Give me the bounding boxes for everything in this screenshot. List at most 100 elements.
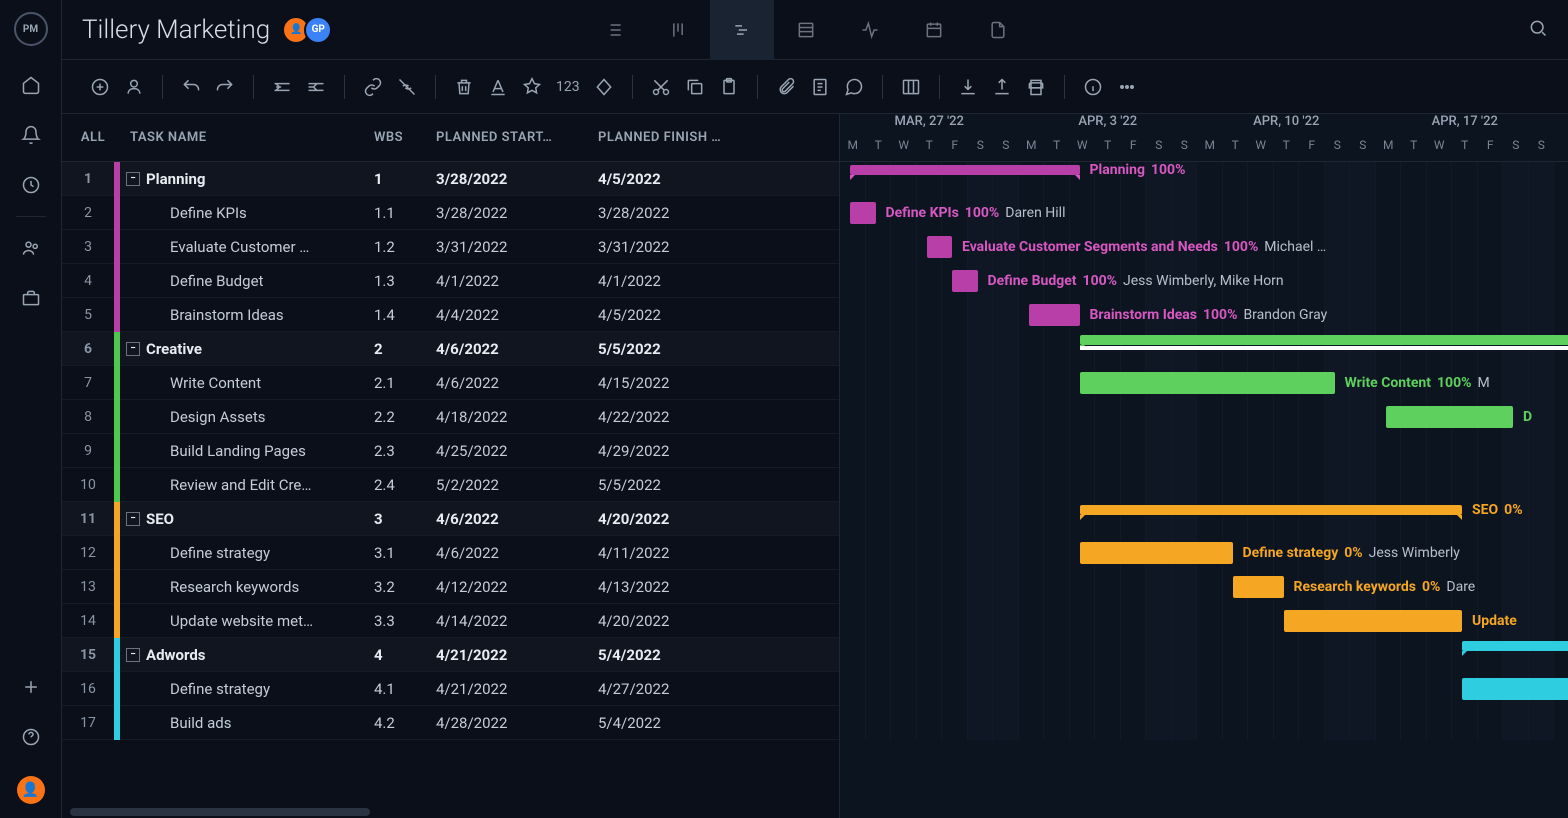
finish-cell[interactable]: 4/29/2022 <box>598 442 839 460</box>
task-name-cell[interactable]: − Adwords <box>120 646 374 664</box>
gantt-bar[interactable]: Define strategy 0% Jess Wimberly <box>1080 542 1233 564</box>
finish-cell[interactable]: 3/31/2022 <box>598 238 839 256</box>
start-cell[interactable]: 4/1/2022 <box>436 272 598 290</box>
notes-icon[interactable] <box>810 77 830 97</box>
start-cell[interactable]: 3/28/2022 <box>436 204 598 222</box>
start-cell[interactable]: 4/6/2022 <box>436 374 598 392</box>
finish-cell[interactable]: 4/5/2022 <box>598 170 839 188</box>
gantt-bar[interactable] <box>1462 678 1568 700</box>
member-avatars[interactable]: 👤 GP <box>288 16 332 44</box>
task-row[interactable]: 12 Define strategy 3.1 4/6/2022 4/11/202… <box>62 536 839 570</box>
clock-icon[interactable] <box>20 174 42 196</box>
finish-cell[interactable]: 4/15/2022 <box>598 374 839 392</box>
finish-cell[interactable]: 5/5/2022 <box>598 476 839 494</box>
gantt-row[interactable]: Planning 100% <box>840 162 1568 196</box>
wbs-cell[interactable]: 1.3 <box>374 272 436 290</box>
task-name-cell[interactable]: − Creative <box>120 340 374 358</box>
workload-view-tab[interactable] <box>838 0 902 60</box>
assign-icon[interactable] <box>124 77 144 97</box>
finish-cell[interactable]: 4/22/2022 <box>598 408 839 426</box>
unlink-icon[interactable] <box>397 77 417 97</box>
avatar-2[interactable]: GP <box>304 16 332 44</box>
wbs-cell[interactable]: 2.4 <box>374 476 436 494</box>
gantt-row[interactable] <box>840 434 1568 468</box>
col-start[interactable]: PLANNED START… <box>436 130 598 145</box>
list-view-tab[interactable] <box>582 0 646 60</box>
task-name-cell[interactable]: Research keywords <box>120 578 374 596</box>
gantt-bar[interactable]: D <box>1386 406 1514 428</box>
finish-cell[interactable]: 3/28/2022 <box>598 204 839 222</box>
col-all[interactable]: ALL <box>62 130 118 145</box>
redo-icon[interactable] <box>215 77 235 97</box>
gantt-row[interactable]: Write Content 100% M <box>840 366 1568 400</box>
gantt-row[interactable] <box>840 468 1568 502</box>
start-cell[interactable]: 4/6/2022 <box>436 340 598 358</box>
task-row[interactable]: 3 Evaluate Customer … 1.2 3/31/2022 3/31… <box>62 230 839 264</box>
wbs-cell[interactable]: 1 <box>374 170 436 188</box>
number-icon[interactable]: 123 <box>556 79 580 95</box>
task-name-cell[interactable]: − Planning <box>120 170 374 188</box>
wbs-cell[interactable]: 2.1 <box>374 374 436 392</box>
gantt-bar[interactable]: Define Budget 100% Jess Wimberly, Mike H… <box>952 270 978 292</box>
task-row[interactable]: 11 − SEO 3 4/6/2022 4/20/2022 <box>62 502 839 536</box>
indent-icon[interactable] <box>306 77 326 97</box>
task-row[interactable]: 4 Define Budget 1.3 4/1/2022 4/1/2022 <box>62 264 839 298</box>
wbs-cell[interactable]: 2.3 <box>374 442 436 460</box>
gantt-row[interactable]: Define Budget 100% Jess Wimberly, Mike H… <box>840 264 1568 298</box>
task-row[interactable]: 9 Build Landing Pages 2.3 4/25/2022 4/29… <box>62 434 839 468</box>
task-name-cell[interactable]: Update website met… <box>120 612 374 630</box>
paste-icon[interactable] <box>719 77 739 97</box>
board-view-tab[interactable] <box>646 0 710 60</box>
start-cell[interactable]: 4/4/2022 <box>436 306 598 324</box>
wbs-cell[interactable]: 3.1 <box>374 544 436 562</box>
start-cell[interactable]: 4/21/2022 <box>436 646 598 664</box>
gantt-bar[interactable]: Evaluate Customer Segments and Needs 100… <box>927 236 953 258</box>
collapse-toggle[interactable]: − <box>126 172 140 186</box>
gantt-row[interactable]: Update <box>840 604 1568 638</box>
start-cell[interactable]: 4/21/2022 <box>436 680 598 698</box>
help-icon[interactable] <box>20 726 42 748</box>
gantt-row[interactable]: Research keywords 0% Dare <box>840 570 1568 604</box>
add-task-icon[interactable] <box>90 77 110 97</box>
gantt-bar[interactable]: Define KPIs 100% Daren Hill <box>850 202 876 224</box>
info-icon[interactable] <box>1083 77 1103 97</box>
finish-cell[interactable]: 4/27/2022 <box>598 680 839 698</box>
collapse-toggle[interactable]: − <box>126 342 140 356</box>
attachment-icon[interactable] <box>776 77 796 97</box>
task-name-cell[interactable]: Build Landing Pages <box>120 442 374 460</box>
task-row[interactable]: 5 Brainstorm Ideas 1.4 4/4/2022 4/5/2022 <box>62 298 839 332</box>
gantt-row[interactable]: Define KPIs 100% Daren Hill <box>840 196 1568 230</box>
start-cell[interactable]: 3/28/2022 <box>436 170 598 188</box>
finish-cell[interactable]: 5/4/2022 <box>598 646 839 664</box>
gantt-bar[interactable]: Write Content 100% M <box>1080 372 1335 394</box>
wbs-cell[interactable]: 2.2 <box>374 408 436 426</box>
copy-icon[interactable] <box>685 77 705 97</box>
start-cell[interactable]: 4/14/2022 <box>436 612 598 630</box>
wbs-cell[interactable]: 1.4 <box>374 306 436 324</box>
task-name-cell[interactable]: Brainstorm Ideas <box>120 306 374 324</box>
wbs-cell[interactable]: 3 <box>374 510 436 528</box>
wbs-cell[interactable]: 3.3 <box>374 612 436 630</box>
export-icon[interactable] <box>992 77 1012 97</box>
briefcase-icon[interactable] <box>20 287 42 309</box>
gantt-bar[interactable] <box>1462 641 1568 651</box>
col-name[interactable]: TASK NAME <box>118 130 374 145</box>
task-row[interactable]: 2 Define KPIs 1.1 3/28/2022 3/28/2022 <box>62 196 839 230</box>
team-icon[interactable] <box>20 237 42 259</box>
wbs-cell[interactable]: 3.2 <box>374 578 436 596</box>
task-name-cell[interactable]: Evaluate Customer … <box>120 238 374 256</box>
task-name-cell[interactable]: Build ads <box>120 714 374 732</box>
outdent-icon[interactable] <box>272 77 292 97</box>
gantt-chart[interactable]: MAR, 27 '22APR, 3 '22APR, 10 '22APR, 17 … <box>840 114 1568 818</box>
task-name-cell[interactable]: Define KPIs <box>120 204 374 222</box>
gantt-row[interactable] <box>840 332 1568 366</box>
app-logo[interactable]: PM <box>14 12 48 46</box>
milestone-icon[interactable] <box>594 77 614 97</box>
task-row[interactable]: 16 Define strategy 4.1 4/21/2022 4/27/20… <box>62 672 839 706</box>
wbs-cell[interactable]: 1.2 <box>374 238 436 256</box>
bell-icon[interactable] <box>20 124 42 146</box>
task-row[interactable]: 10 Review and Edit Cre… 2.4 5/2/2022 5/5… <box>62 468 839 502</box>
start-cell[interactable]: 4/18/2022 <box>436 408 598 426</box>
task-name-cell[interactable]: Define strategy <box>120 680 374 698</box>
undo-icon[interactable] <box>181 77 201 97</box>
